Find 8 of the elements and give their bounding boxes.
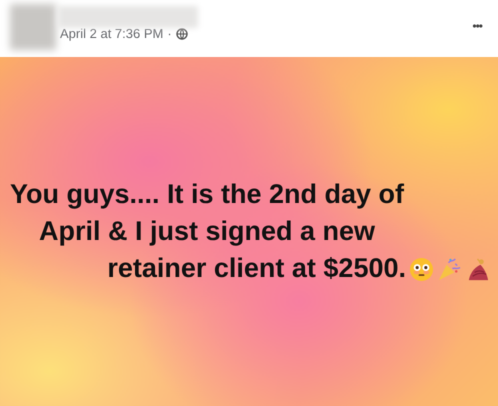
more-options-button[interactable]: ••• <box>466 16 488 36</box>
audience-icon[interactable] <box>176 28 188 40</box>
party-popper-icon <box>437 257 462 282</box>
post-text: You guys.... It is the 2nd day of April & I just signed a new retainer client at $2500. <box>8 178 406 285</box>
flushed-face-icon <box>409 257 434 282</box>
separator: · <box>167 25 172 43</box>
blurred-avatar <box>10 4 56 50</box>
post-timestamp[interactable]: April 2 at 7:36 PM <box>60 24 164 44</box>
